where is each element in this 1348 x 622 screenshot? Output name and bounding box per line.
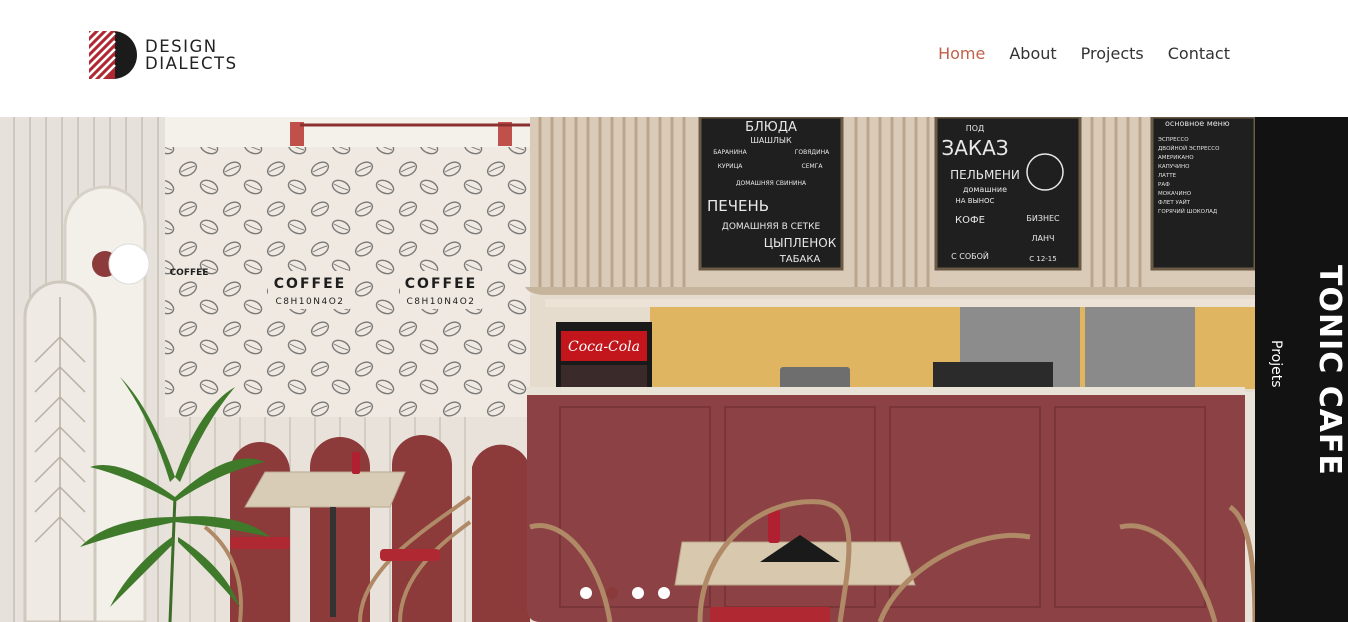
board3-line-6: РАФ [1158,182,1170,188]
left-table [244,471,406,508]
board2-line-7: БИЗНЕС [1026,214,1060,223]
board1-line-4: КУРИЦА [718,163,744,170]
board1-line-8: ДОМАШНЯЯ В СЕТКЕ [722,222,821,232]
logo-mark-icon [89,31,137,79]
board2-line-1: ЗАКАЗ [941,136,1008,160]
sconce-globe-icon [108,243,150,285]
nav-about[interactable]: About [1009,44,1056,63]
wall-text-formula-1: C8H10N4O2 [276,297,345,307]
board2-line-3: домашние [963,185,1007,194]
hero-slide-image: COFFEE C8H10N4O2 COFFEE C8H10N4O2 COFFEE [0,117,1255,622]
board1-line-6: ДОМАШНЯЯ СВИНИНА [736,180,807,187]
slider-dot-1[interactable] [580,587,592,599]
board1-line-2: БАРАНИНА [713,149,747,156]
board3-line-4: КАПУЧИНО [1158,164,1190,170]
cafe-interior-illustration: COFFEE C8H10N4O2 COFFEE C8H10N4O2 COFFEE [0,117,1255,622]
wall-text-coffee-1: COFFEE [274,276,346,292]
wall-text-formula-2: C8H10N4O2 [407,297,476,307]
slider-dot-4[interactable] [658,587,670,599]
board2-line-2: ПЕЛЬМЕНИ [950,168,1020,182]
board1-line-0: БЛЮДА [745,120,797,135]
project-title[interactable]: TONIC CAFE [1312,265,1347,476]
board3-line-9: ГОРЯЧИЙ ШОКОЛАД [1158,208,1218,215]
board3-line-5: ЛАТТЕ [1158,173,1177,179]
brand-name-line2: DIALECTS [145,54,238,73]
fridge-brand-logo: Coca-Cola [568,339,640,355]
nav-contact[interactable]: Contact [1168,44,1230,63]
nav-projects[interactable]: Projects [1081,44,1144,63]
board1-line-5: СЕМГА [802,163,824,170]
board1-line-7: ПЕЧЕНЬ [707,197,769,215]
board3-line-0: основное меню [1165,119,1230,128]
wall-text-coffee-side: COFFEE [170,268,209,278]
brand-name: DESIGN DIALECTS [145,38,238,72]
slider-dots [580,587,670,599]
brand-name-line1: DESIGN [145,37,218,56]
project-category[interactable]: Projets [1268,340,1284,388]
main-nav: Home About Projects Contact [938,44,1230,63]
board1-line-1: ШАШЛЫК [750,136,792,145]
board2-line-8: ЛАНЧ [1032,234,1055,243]
board1-line-3: ГОВЯДИНА [795,149,830,156]
slider-dot-3[interactable] [632,587,644,599]
board2-line-9: С 12-15 [1029,255,1056,263]
wall-text-coffee-2: COFFEE [405,276,477,292]
coffee-machine-2 [1085,307,1195,389]
board3-line-7: МОКАЧИНО [1158,191,1192,197]
board1-line-10: ТАБАКА [779,254,821,265]
board2-line-4: НА ВЫНОС [956,197,995,205]
slider-dot-2[interactable] [606,587,618,599]
board3-line-2: ДВОЙНОЙ ЭСПРЕССО [1158,145,1220,152]
board2-line-5: КОФЕ [955,215,985,226]
nav-home[interactable]: Home [938,44,985,63]
board3-line-8: ФЛЕТ УАЙТ [1158,199,1191,206]
board2-line-0: ПОД [966,124,985,133]
board3-line-1: ЭСПРЕССО [1158,137,1189,143]
board2-line-6: С СОБОЙ [951,250,989,261]
brand-logo[interactable]: DESIGN DIALECTS [89,31,238,79]
board3-line-3: АМЕРИКАНО [1158,155,1194,161]
site-header: DESIGN DIALECTS Home About Projects Cont… [0,0,1348,117]
board1-line-9: ЦЫПЛЕНОК [764,236,837,250]
